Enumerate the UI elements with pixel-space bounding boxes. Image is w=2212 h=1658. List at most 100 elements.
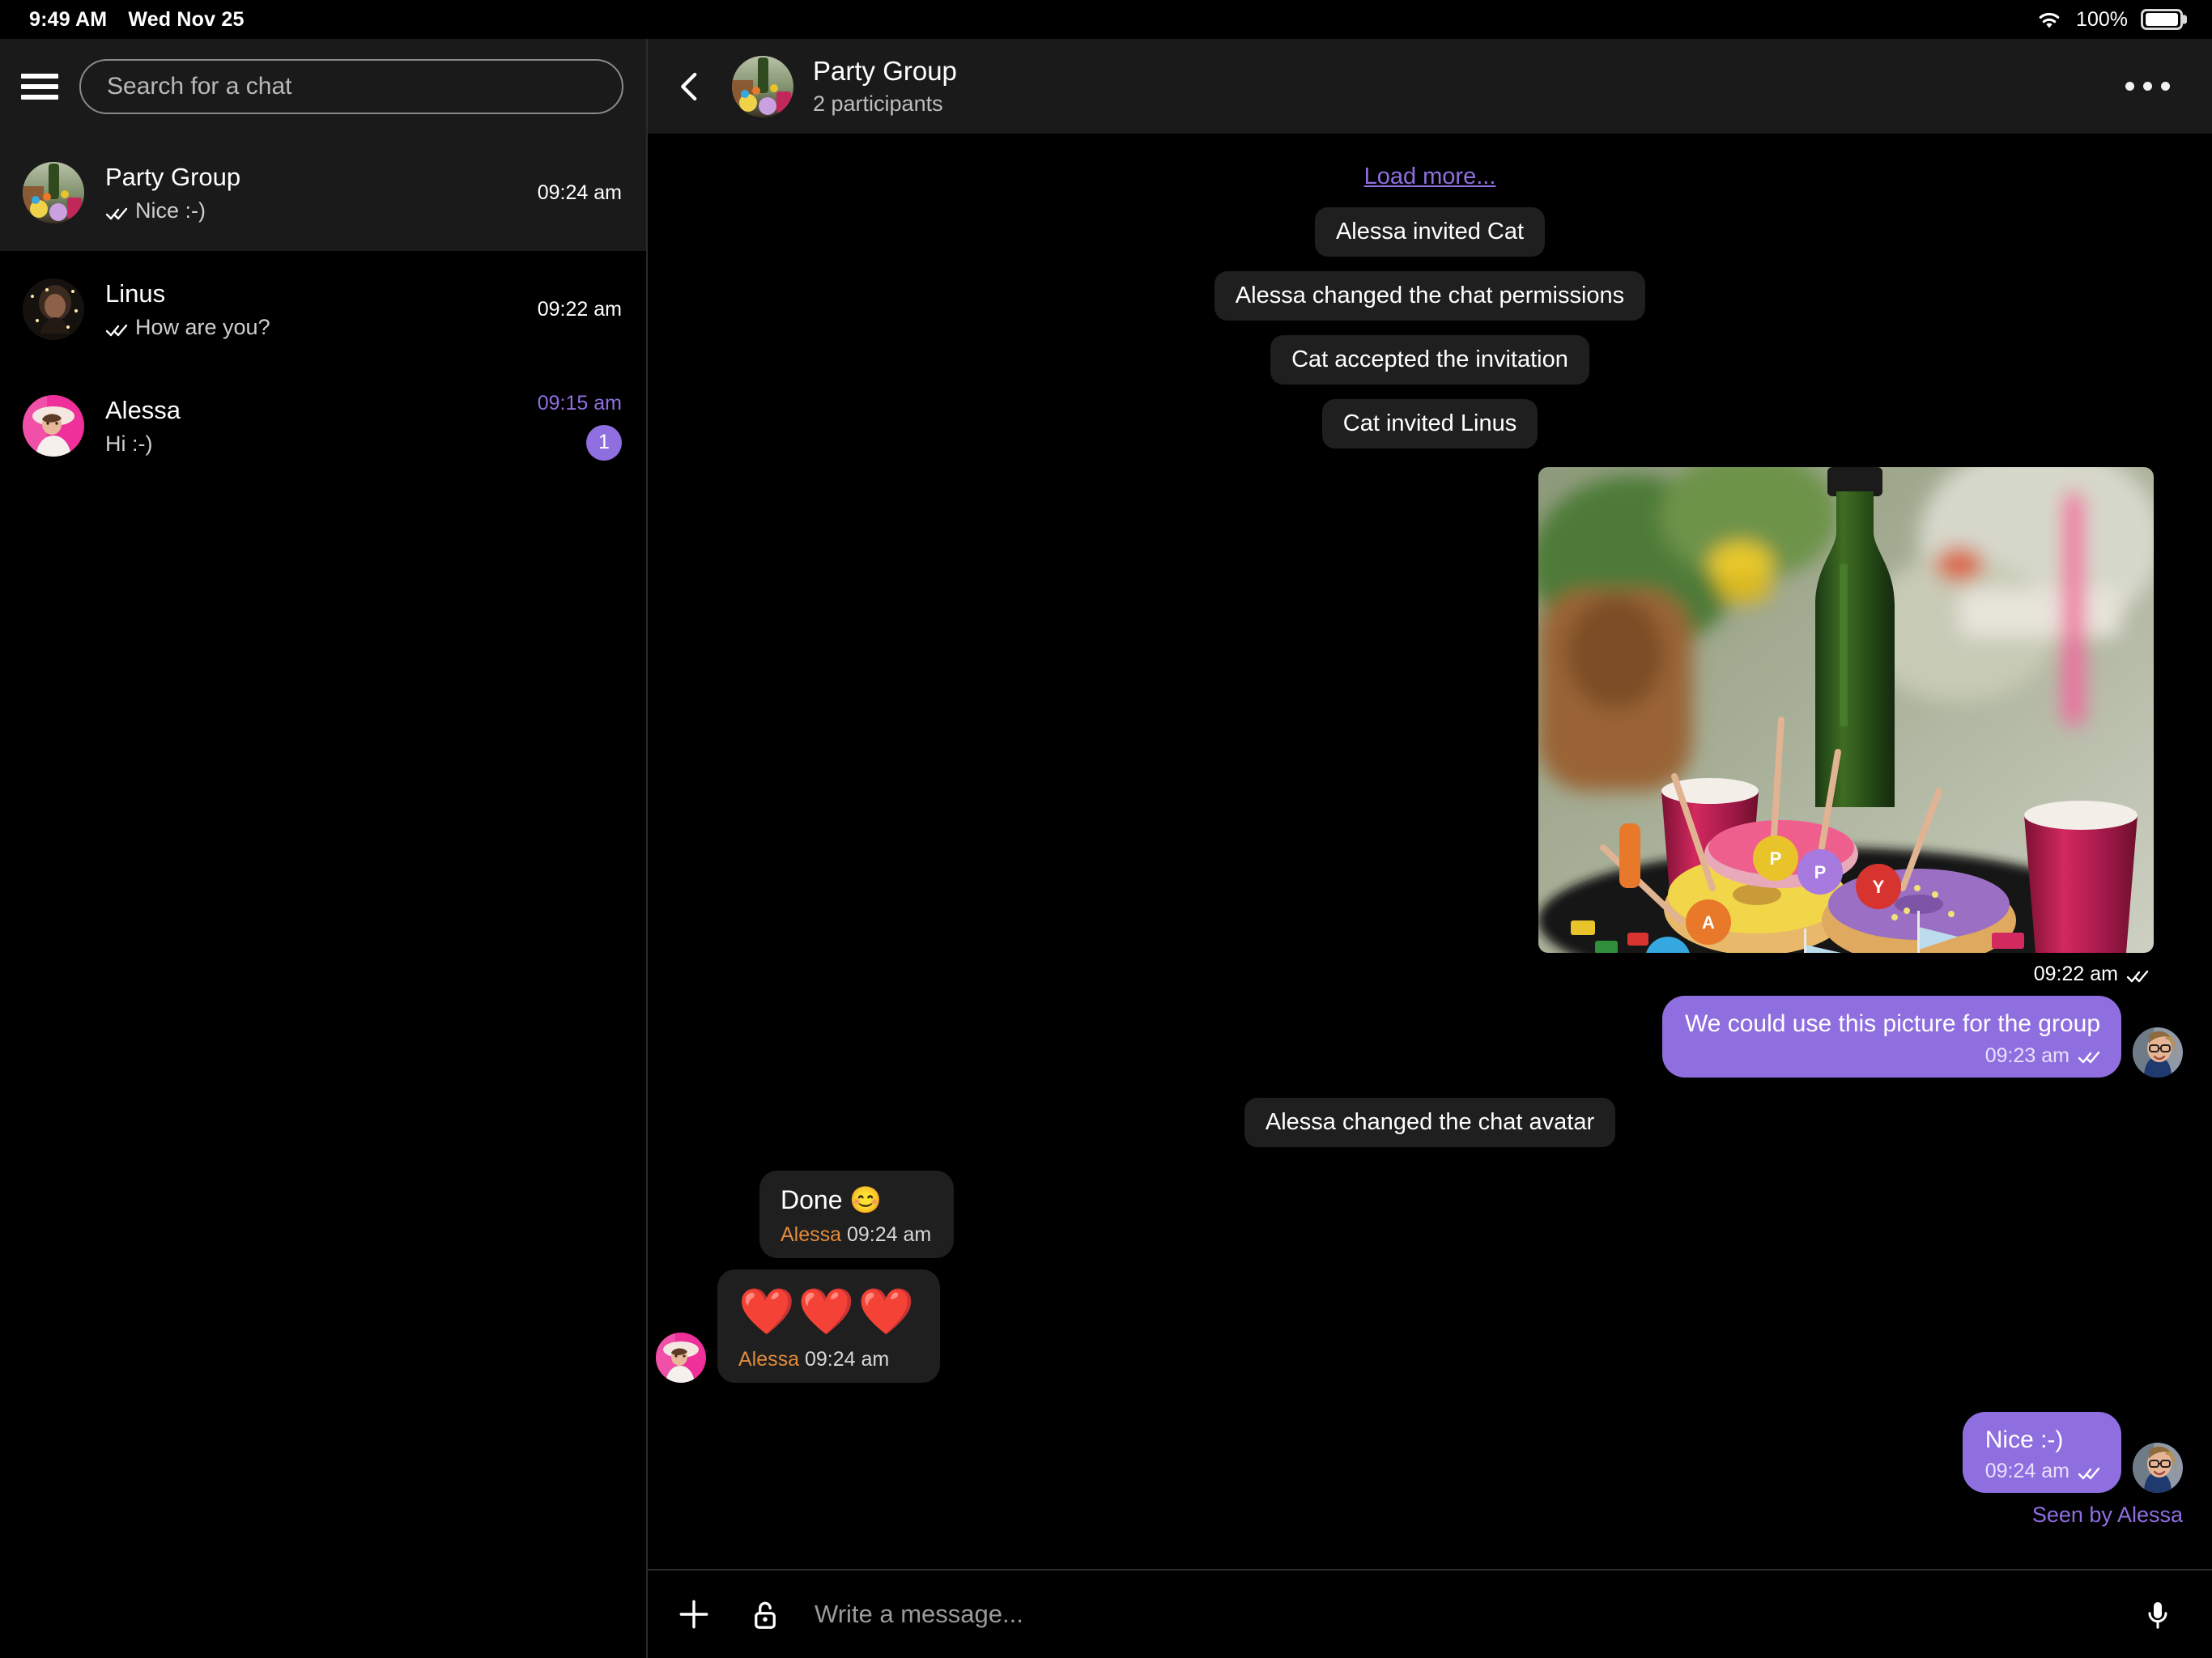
message-text: Done 😊 bbox=[781, 1184, 931, 1218]
status-date: Wed Nov 25 bbox=[128, 8, 244, 32]
chat-item-right: 09:22 am bbox=[538, 298, 622, 321]
cat-avatar[interactable] bbox=[2133, 1443, 2183, 1493]
plus-icon[interactable] bbox=[672, 1592, 716, 1636]
chat-item-name: Alessa bbox=[105, 396, 517, 425]
message-row-outgoing: Nice :-) 09:24 am bbox=[648, 1412, 2212, 1494]
chat-item-preview-row: Nice :-) bbox=[105, 198, 517, 223]
svg-text:Y: Y bbox=[1873, 877, 1885, 897]
chat-item-time: 09:15 am bbox=[538, 392, 622, 415]
svg-text:A: A bbox=[1702, 912, 1715, 933]
load-more-row: Load more... bbox=[648, 149, 2212, 200]
incoming-message-bubble[interactable]: Done 😊 Alessa 09:24 am bbox=[759, 1171, 954, 1259]
alessa-avatar bbox=[23, 395, 84, 457]
message-text: ❤️❤️❤️ bbox=[738, 1282, 917, 1341]
app-container: Search for a chat bbox=[0, 39, 2212, 1658]
battery-percent: 100% bbox=[2076, 8, 2128, 32]
chat-item-time: 09:22 am bbox=[538, 298, 622, 321]
chat-list-item-party-group[interactable]: Party Group Nice :-) 09:24 am bbox=[0, 134, 646, 251]
battery-icon bbox=[2141, 9, 2183, 30]
system-message: Cat invited Linus bbox=[1322, 399, 1538, 449]
svg-text:P: P bbox=[1770, 848, 1782, 869]
party-table-photo[interactable]: H A P P Y bbox=[1538, 467, 2154, 953]
double-check-icon bbox=[2078, 1464, 2100, 1480]
message-meta: Alessa 09:24 am bbox=[781, 1223, 931, 1247]
double-check-icon bbox=[105, 202, 128, 219]
chat-list: Party Group Nice :-) 09:24 am bbox=[0, 134, 646, 1658]
wifi-icon bbox=[2035, 9, 2063, 30]
photo-message[interactable]: H A P P Y bbox=[1538, 467, 2154, 986]
back-chevron-icon[interactable] bbox=[667, 64, 713, 109]
system-message: Alessa changed the chat permissions bbox=[1214, 271, 1645, 321]
outgoing-message-bubble[interactable]: We could use this picture for the group … bbox=[1662, 996, 2121, 1078]
message-sender: Alessa bbox=[781, 1223, 841, 1246]
chat-item-preview: How are you? bbox=[135, 315, 270, 340]
sidebar-toolbar: Search for a chat bbox=[0, 39, 646, 134]
chat-header-avatar[interactable] bbox=[732, 56, 793, 117]
system-message: Cat accepted the invitation bbox=[1270, 335, 1589, 385]
message-time: 09:24 am bbox=[1985, 1460, 2069, 1483]
chat-item-right: 09:15 am 1 bbox=[538, 392, 622, 461]
status-time: 9:49 AM bbox=[29, 8, 107, 32]
search-input[interactable]: Search for a chat bbox=[79, 59, 623, 114]
message-row-outgoing: We could use this picture for the group … bbox=[648, 996, 2212, 1078]
incoming-message-bubble[interactable]: ❤️❤️❤️ Alessa 09:24 am bbox=[717, 1269, 940, 1383]
seen-by-label: Seen by Alessa bbox=[648, 1503, 2212, 1528]
chat-item-preview: Nice :-) bbox=[135, 198, 206, 223]
system-message-row: Alessa invited Cat bbox=[648, 200, 2212, 264]
chat-title: Party Group bbox=[813, 56, 957, 87]
svg-text:H: H bbox=[1661, 950, 1674, 953]
microphone-icon[interactable] bbox=[2136, 1592, 2180, 1636]
message-time: 09:24 am bbox=[805, 1348, 889, 1371]
load-more-link[interactable]: Load more... bbox=[1364, 164, 1496, 190]
chat-pane: Party Group 2 participants Load more... … bbox=[648, 39, 2212, 1658]
linus-avatar bbox=[23, 278, 84, 340]
message-list[interactable]: Load more... Alessa invited Cat Alessa c… bbox=[648, 134, 2212, 1569]
more-options-icon[interactable] bbox=[2112, 69, 2183, 104]
message-row-photo: H A P P Y bbox=[648, 456, 2212, 986]
message-composer: Write a message... bbox=[648, 1569, 2212, 1658]
message-row-incoming: Done 😊 Alessa 09:24 am bbox=[648, 1171, 2212, 1259]
system-message-row: Cat accepted the invitation bbox=[648, 328, 2212, 392]
message-time: 09:23 am bbox=[1985, 1044, 2069, 1068]
alessa-avatar[interactable] bbox=[656, 1333, 706, 1383]
message-text: We could use this picture for the group bbox=[1685, 1009, 2100, 1039]
chat-item-right: 09:24 am bbox=[538, 181, 622, 205]
search-placeholder: Search for a chat bbox=[107, 73, 291, 100]
chat-header-text: Party Group 2 participants bbox=[813, 56, 957, 117]
message-meta: Alessa 09:24 am bbox=[738, 1348, 917, 1371]
chat-item-text: Party Group Nice :-) bbox=[105, 163, 517, 223]
system-message-row: Alessa changed the chat permissions bbox=[648, 264, 2212, 328]
chat-list-item-linus[interactable]: Linus How are you? 09:22 am bbox=[0, 251, 646, 368]
party-photo-avatar bbox=[23, 162, 84, 223]
photo-message-meta: 09:22 am bbox=[1538, 953, 2154, 986]
chat-list-item-alessa[interactable]: Alessa Hi :-) 09:15 am 1 bbox=[0, 368, 646, 484]
hamburger-menu-icon[interactable] bbox=[21, 70, 58, 103]
message-input[interactable]: Write a message... bbox=[815, 1600, 2108, 1629]
photo-message-time: 09:22 am bbox=[2034, 963, 2118, 986]
double-check-icon bbox=[105, 319, 128, 335]
chat-item-name: Linus bbox=[105, 279, 517, 308]
outgoing-message-bubble[interactable]: Nice :-) 09:24 am bbox=[1963, 1412, 2121, 1494]
system-message-row: Cat invited Linus bbox=[648, 392, 2212, 456]
system-message: Alessa invited Cat bbox=[1315, 207, 1545, 257]
message-meta: 09:23 am bbox=[1685, 1044, 2100, 1068]
system-message-row: Alessa changed the chat avatar bbox=[648, 1090, 2212, 1154]
message-sender: Alessa bbox=[738, 1348, 799, 1371]
double-check-icon bbox=[2078, 1048, 2100, 1064]
svg-text:P: P bbox=[1814, 862, 1827, 882]
unlocked-padlock-icon[interactable] bbox=[743, 1592, 787, 1636]
status-bar-right: 100% bbox=[2035, 8, 2183, 32]
message-text: Nice :-) bbox=[1985, 1425, 2100, 1456]
status-bar: 9:49 AM Wed Nov 25 100% bbox=[0, 0, 2212, 39]
chat-item-preview-row: How are you? bbox=[105, 315, 517, 340]
system-message: Alessa changed the chat avatar bbox=[1244, 1098, 1615, 1147]
sidebar: Search for a chat bbox=[0, 39, 648, 1658]
chat-subtitle: 2 participants bbox=[813, 91, 957, 117]
chat-item-time: 09:24 am bbox=[538, 181, 622, 205]
message-time: 09:24 am bbox=[847, 1223, 931, 1246]
unread-badge: 1 bbox=[586, 425, 622, 461]
status-bar-left: 9:49 AM Wed Nov 25 bbox=[29, 8, 245, 32]
cat-avatar[interactable] bbox=[2133, 1027, 2183, 1078]
chat-item-text: Alessa Hi :-) bbox=[105, 396, 517, 457]
chat-item-name: Party Group bbox=[105, 163, 517, 192]
